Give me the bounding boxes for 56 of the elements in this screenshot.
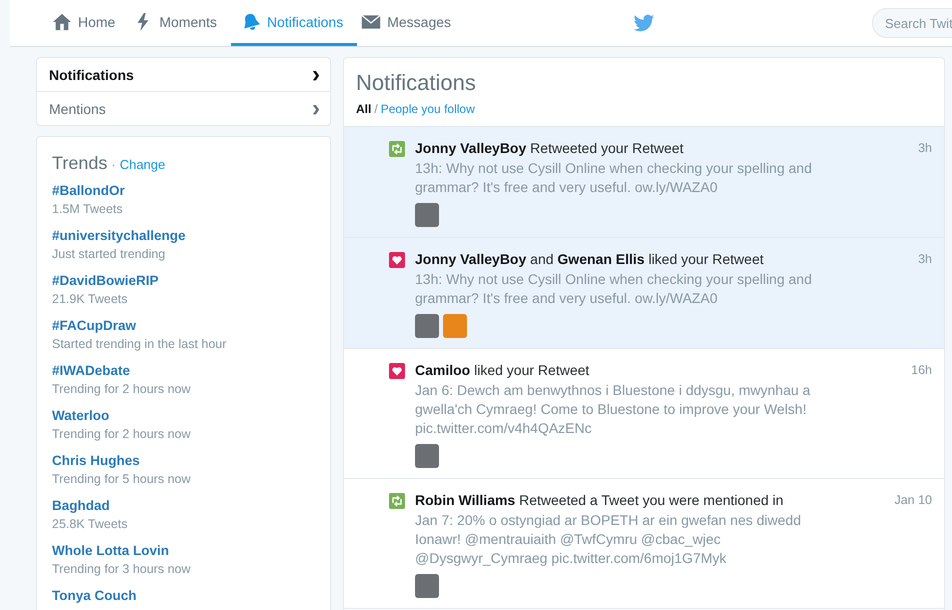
nav-tab[interactable]: Messages: [357, 0, 466, 46]
avatar-photo-placeholder[interactable]: [415, 574, 439, 598]
page-title: Notifications: [356, 70, 477, 96]
home-icon: [52, 12, 72, 30]
avatar-photo-placeholder[interactable]: [415, 314, 439, 338]
trend-link[interactable]: Baghdad: [52, 497, 315, 515]
trend-link[interactable]: Tonya Couch: [52, 587, 315, 605]
trend-detail: 21.9K Tweets: [52, 291, 129, 308]
trend-detail: 25.8K Tweets: [52, 516, 129, 533]
avatar-photo-placeholder[interactable]: [415, 203, 439, 227]
trend-detail: Trending for 2 hours now: [52, 426, 192, 443]
trend-link[interactable]: Waterloo: [52, 407, 315, 425]
separator-dot: ·: [111, 157, 116, 172]
tweet-text: 13h: Why not use Cysill Online when checking your spelling and grammar? It's free and very useful. ow.ly/WAZA0: [415, 270, 813, 308]
bird-logo-icon[interactable]: [633, 14, 655, 33]
trend-detail: Started trending in the last hour: [52, 336, 228, 353]
notification-item[interactable]: Jonny ValleyBoy and Gwenan Ellis liked your Retweet 3h 13h: Why not use Cysill Online when checking your spelling and grammar? It's free and very useful. ow.ly/WAZA0: [344, 238, 944, 349]
nav-tab[interactable]: Moments: [129, 0, 231, 46]
notification-item[interactable]: Jonny ValleyBoy Retweeted your Retweet 3h 13h: Why not use Cysill Online when checking your spelling and grammar? It's free and very useful. ow.ly/WAZA0: [344, 127, 944, 238]
avatar-photo-placeholder[interactable]: [415, 444, 439, 468]
tweet-text: 13h: Why not use Cysill Online when checking your spelling and grammar? It's free and very useful. ow.ly/WAZA0: [415, 159, 813, 197]
trend-link[interactable]: #universitychallenge: [52, 227, 315, 245]
timestamp: 3h: [918, 251, 932, 268]
trends-title: Trends: [52, 153, 108, 174]
trend-link[interactable]: #IWADebate: [52, 362, 315, 380]
trend-detail: 1.5M Tweets: [52, 201, 124, 218]
trend-link[interactable]: #FACupDraw: [52, 317, 315, 335]
notification-headline: Jonny ValleyBoy Retweeted your Retweet: [415, 139, 684, 158]
trend-detail: Just started trending: [52, 246, 166, 263]
avatar-photo-placeholder[interactable]: [443, 314, 467, 338]
sidebar-item[interactable]: Mentions ›: [37, 91, 330, 125]
notification-headline: Jonny ValleyBoy and Gwenan Ellis liked your Retweet: [415, 250, 764, 269]
timestamp: 3h: [918, 140, 932, 157]
trend-link[interactable]: Chris Hughes: [52, 452, 315, 470]
trend-detail: Trending for 5 hours now: [52, 471, 192, 488]
filter-link[interactable]: People you follow: [380, 102, 475, 116]
notification-headline: Camiloo liked your Retweet: [415, 361, 590, 380]
separator-slash: /: [374, 102, 378, 116]
nav-tab[interactable]: Home: [48, 0, 130, 46]
sidebar-item[interactable]: Notifications ›: [37, 58, 330, 91]
timestamp: Jan 10: [894, 492, 932, 509]
trend-detail: Trending for 2 hours now: [52, 381, 192, 398]
retweet-icon: [389, 141, 405, 157]
tweet-text: Jan 7: 20% o ostyngiad ar BOPETH ar ein gwefan nes diwedd Ionawr! @mentrauiaith @TwfCymru @cbac_wjec @Dysgwyr_Cymraeg pic.twitter.com/6moj1G7Myk: [415, 511, 802, 568]
retweet-icon: [389, 493, 405, 509]
trend-detail: Trending for 3 hours now: [52, 561, 192, 578]
envelope-icon: [361, 12, 382, 30]
nav-tab[interactable]: Notifications: [230, 0, 358, 46]
notification-headline: Robin Williams Retweeted a Tweet you were mentioned in: [415, 491, 784, 510]
timestamp: 16h: [911, 362, 932, 379]
trend-link[interactable]: #DavidBowieRIP: [52, 272, 315, 290]
filter-link[interactable]: All: [356, 102, 372, 116]
change-link[interactable]: Change: [120, 157, 166, 172]
trend-link[interactable]: Whole Lotta Lovin: [52, 542, 315, 560]
trend-link[interactable]: #BallondOr: [52, 182, 315, 200]
tweet-text: Jan 6: Dewch am benwythnos i Bluestone i ddysgu, mwynhau a gwella'ch Cymraeg! Come to Bluestone to improve your Welsh! pic.twitter.com/v4h4QAzENc: [415, 381, 812, 438]
